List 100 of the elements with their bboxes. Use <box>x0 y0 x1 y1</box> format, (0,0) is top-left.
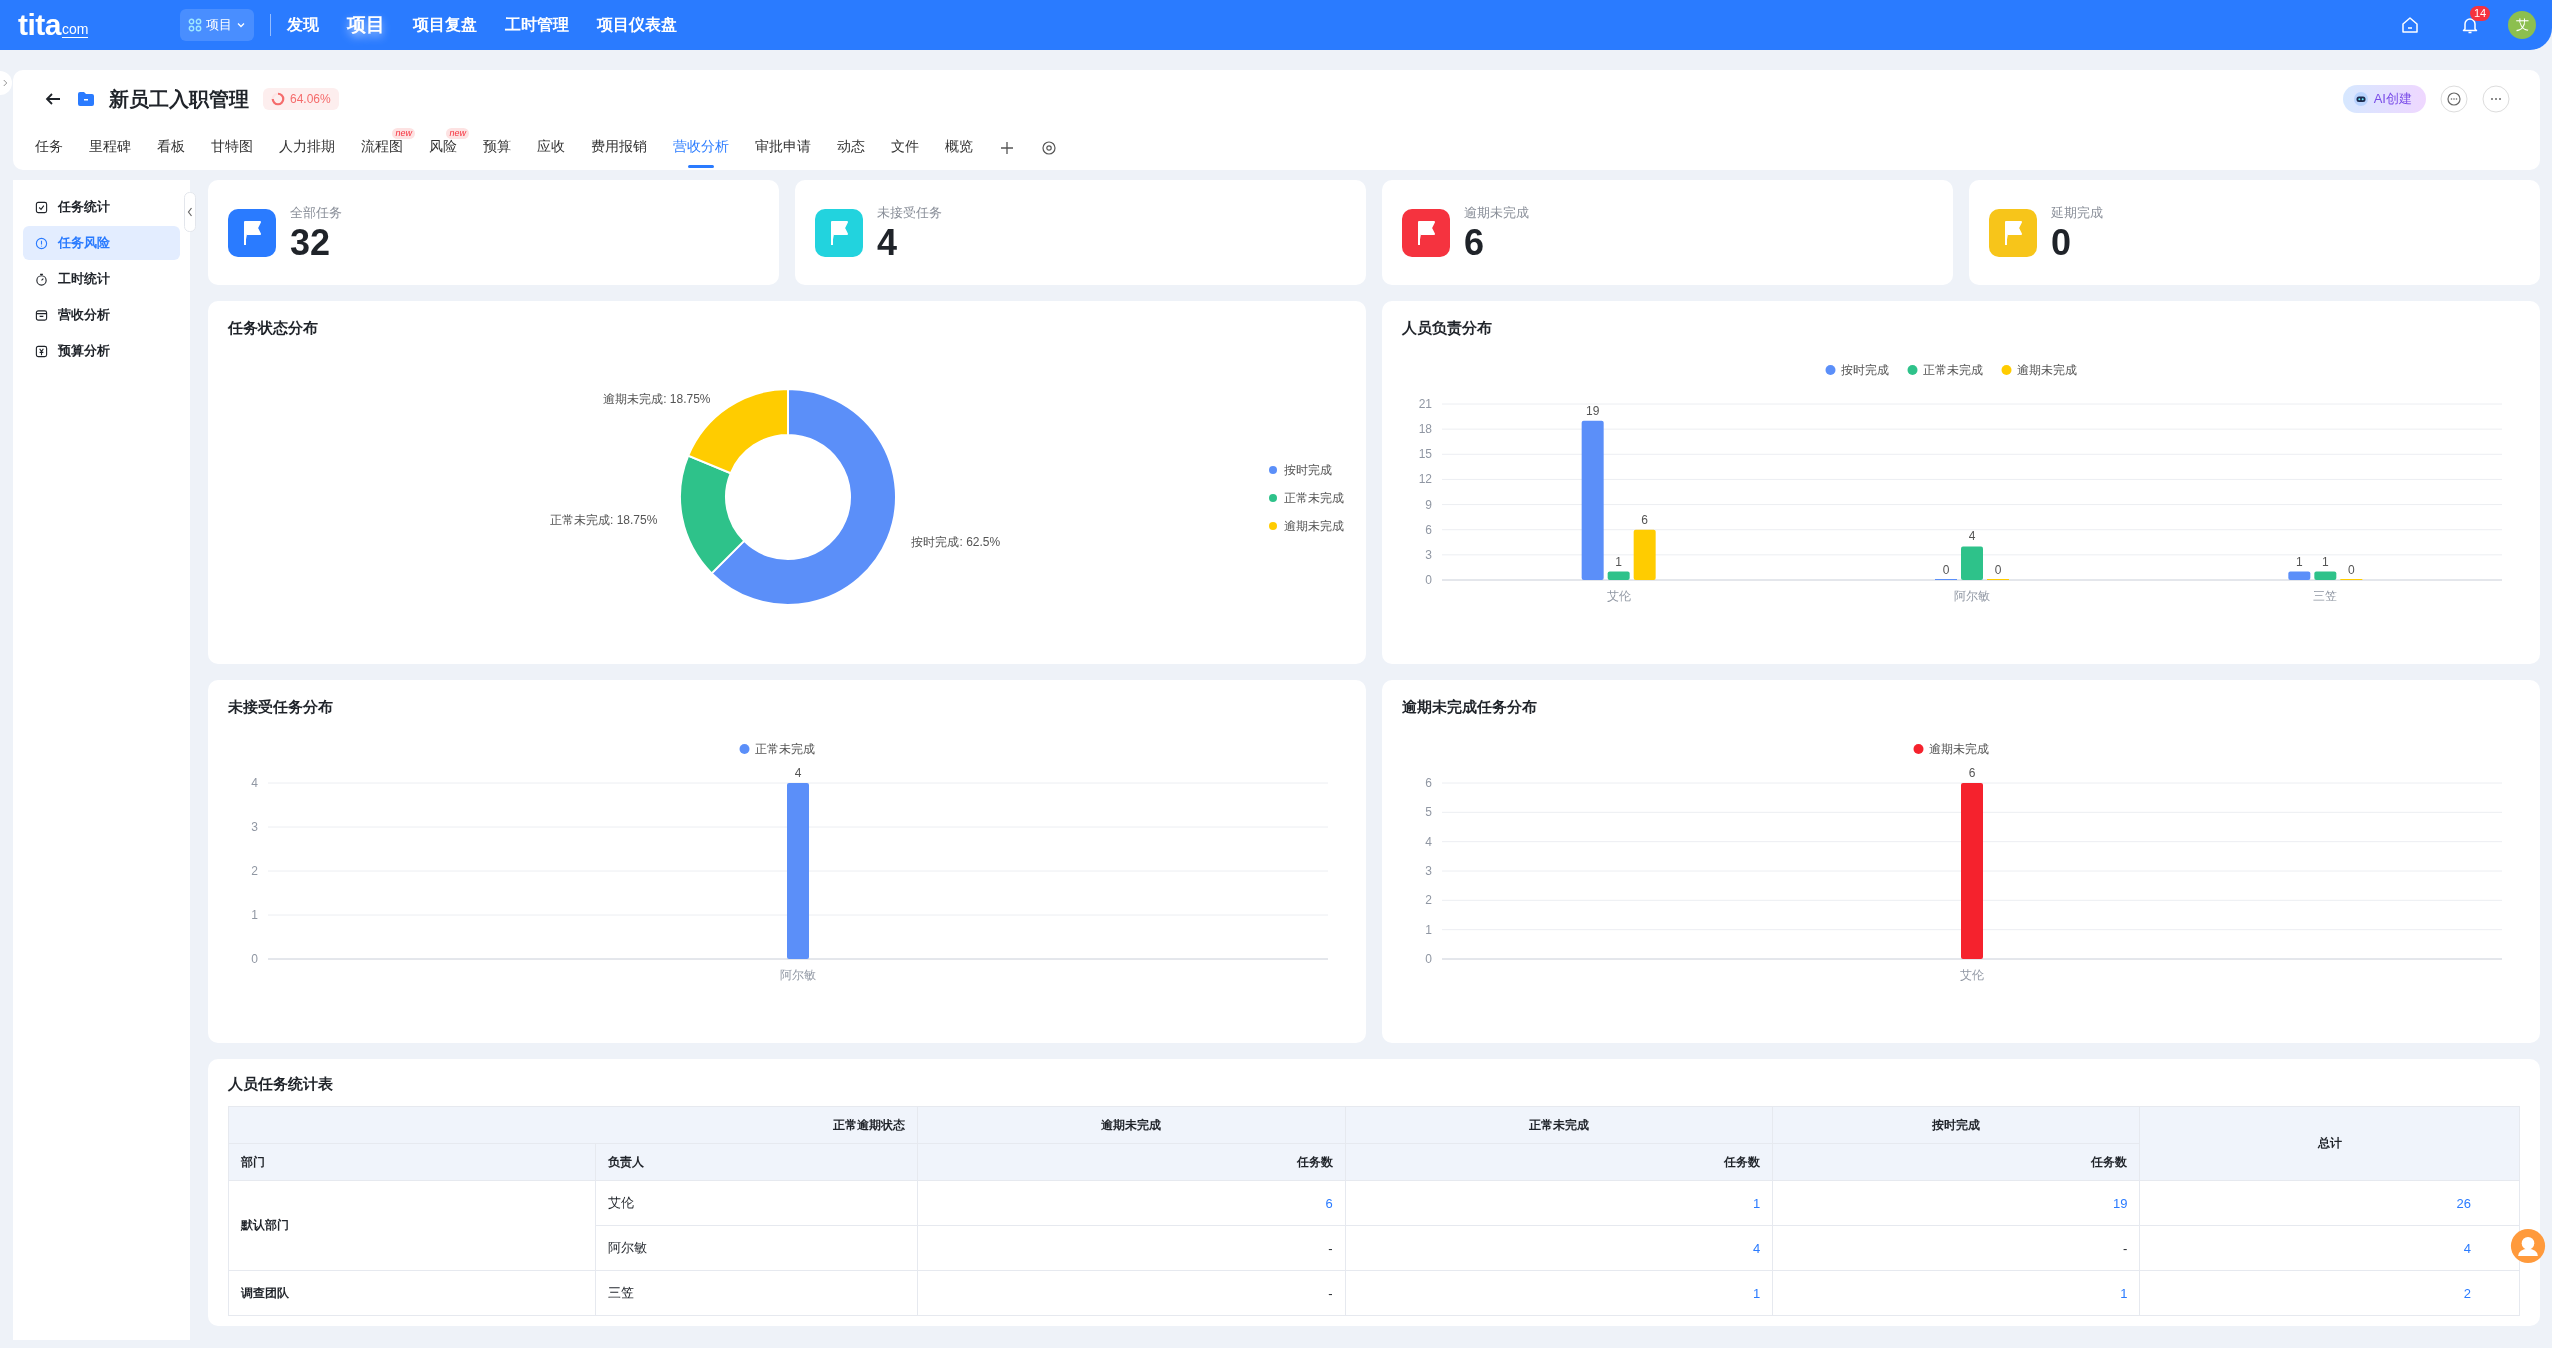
new-badge: new <box>392 128 415 139</box>
bar <box>2288 571 2311 580</box>
tab[interactable]: 费用报销 <box>591 128 647 168</box>
tab[interactable]: 里程碑 <box>89 128 131 168</box>
tab[interactable]: 任务 <box>35 128 63 168</box>
sidebar-item[interactable]: 工时统计 <box>23 262 180 296</box>
nav-link[interactable]: 项目复盘 <box>413 14 477 36</box>
axis-tick-label: 0 <box>251 952 258 966</box>
tab[interactable]: 营收分析 <box>673 128 729 168</box>
stat-label: 全部任务 <box>290 203 342 222</box>
table-cell[interactable]: 26 <box>2139 1180 2520 1226</box>
legend-item[interactable]: 按时完成 <box>1269 463 1332 477</box>
tab[interactable]: 审批申请 <box>755 128 811 168</box>
yen-icon <box>35 344 48 358</box>
legend-label: 正常未完成 <box>1922 363 1983 377</box>
data-label: 1 <box>2296 554 2303 569</box>
grid-icon <box>188 18 202 32</box>
axis-category-label: 阿尔敏 <box>1954 589 1990 603</box>
tab[interactable]: 人力排期 <box>279 128 335 168</box>
tab[interactable]: 文件 <box>891 128 919 168</box>
data-label: 0 <box>1942 563 1950 577</box>
axis-tick-label: 0 <box>1425 952 1432 966</box>
tab[interactable]: 概览 <box>945 128 973 168</box>
sidebar-item[interactable]: 预算分析 <box>23 334 180 368</box>
column-header: 正常未完成 <box>1345 1106 1773 1144</box>
tab[interactable]: 应收 <box>537 128 565 168</box>
stat-value: 4 <box>877 223 899 262</box>
legend-item[interactable]: 逾期未完成 <box>1269 519 1344 533</box>
axis-tick-label: 12 <box>1418 472 1432 487</box>
progress-ring-icon <box>271 92 285 106</box>
table-cell[interactable]: 1 <box>1772 1270 2140 1316</box>
bell-icon[interactable] <box>2460 15 2480 35</box>
axis-tick-label: 21 <box>1418 397 1432 411</box>
new-badge: new <box>446 128 469 139</box>
column-header: 总计 <box>2139 1106 2520 1181</box>
sidebar-item[interactable]: 任务统计 <box>23 190 180 224</box>
comment-icon[interactable] <box>2440 85 2468 113</box>
data-label: 4 <box>794 766 802 780</box>
expand-handle-icon[interactable] <box>0 70 12 96</box>
sidebar-item[interactable]: 营收分析 <box>23 298 180 332</box>
caret-icon <box>236 20 246 30</box>
ai-create-button[interactable]: AI创建 <box>2342 85 2426 113</box>
table-cell: - <box>917 1225 1346 1271</box>
legend-item[interactable]: 按时完成 <box>1825 363 1889 377</box>
table-cell[interactable]: 6 <box>917 1180 1346 1226</box>
tab[interactable]: 动态 <box>837 128 865 168</box>
axis-tick-label: 6 <box>1425 522 1432 537</box>
nav-link[interactable]: 工时管理 <box>505 14 569 36</box>
data-label: 1 <box>1615 554 1622 569</box>
table-cell[interactable]: 2 <box>2139 1270 2520 1316</box>
stat-label: 逾期未完成 <box>1464 203 1529 222</box>
nav-link[interactable]: 发现 <box>287 14 319 36</box>
column-header: 逾期未完成 <box>917 1106 1346 1144</box>
axis-category-label: 艾伦 <box>1960 968 1984 982</box>
tab[interactable]: 看板 <box>157 128 185 168</box>
project-title: 新员工入职管理 <box>109 86 249 112</box>
table-cell: 三笠 <box>595 1270 918 1316</box>
nav-link[interactable]: 项目 <box>347 12 385 38</box>
folder-icon <box>77 90 95 108</box>
axis-tick-label: 18 <box>1418 422 1432 437</box>
table-cell[interactable]: 1 <box>1345 1270 1773 1316</box>
support-avatar-icon[interactable] <box>2510 1228 2546 1264</box>
progress-pill: 64.06% <box>263 88 339 110</box>
legend-label: 逾期未完成 <box>1928 742 1989 756</box>
axis-tick-label: 0 <box>1425 573 1432 587</box>
stopwatch-icon <box>35 272 48 286</box>
axis-tick-label: 1 <box>1425 922 1432 937</box>
plus-icon[interactable] <box>999 140 1015 156</box>
chart-title: 任务状态分布 <box>228 319 319 338</box>
settings-icon[interactable] <box>1041 140 1057 156</box>
data-label: 1 <box>2322 554 2329 569</box>
slice-label: 逾期未完成: 18.75% <box>603 391 711 406</box>
tab[interactable]: 预算 <box>483 128 511 168</box>
tab[interactable]: 甘特图 <box>211 128 253 168</box>
axis-tick-label: 1 <box>251 908 258 922</box>
axis-tick-label: 3 <box>1425 547 1432 562</box>
data-label: 6 <box>1968 766 1976 780</box>
data-label: 4 <box>1968 529 1976 544</box>
table-cell: 默认部门 <box>228 1180 596 1271</box>
chart-title: 人员负责分布 <box>1402 319 1493 338</box>
axis-tick-label: 9 <box>1425 497 1432 512</box>
stat-label: 延期完成 <box>2051 203 2103 222</box>
legend-item[interactable]: 逾期未完成 <box>1913 742 1989 756</box>
legend-item[interactable]: 正常未完成 <box>1269 491 1344 505</box>
nav-link[interactable]: 项目仪表盘 <box>597 14 677 36</box>
legend-item[interactable]: 正常未完成 <box>739 742 815 756</box>
data-label: 0 <box>2348 563 2355 577</box>
table-cell[interactable]: 4 <box>1345 1225 1773 1271</box>
collapse-handle-icon[interactable] <box>184 192 196 232</box>
legend-item[interactable]: 正常未完成 <box>1907 363 1983 377</box>
table-cell[interactable]: 1 <box>1345 1180 1773 1226</box>
logo[interactable]: titacom <box>18 10 138 40</box>
legend-item[interactable]: 逾期未完成 <box>2001 363 2077 377</box>
table-cell[interactable]: 19 <box>1772 1180 2140 1226</box>
slice-label: 按时完成: 62.5% <box>911 535 1001 550</box>
legend-label: 按时完成 <box>1840 363 1889 377</box>
column-header: 任务数 <box>1772 1143 2140 1181</box>
column-header: 任务数 <box>1345 1143 1773 1181</box>
home-icon[interactable] <box>2400 15 2420 35</box>
legend-label: 逾期未完成 <box>1284 519 1344 533</box>
